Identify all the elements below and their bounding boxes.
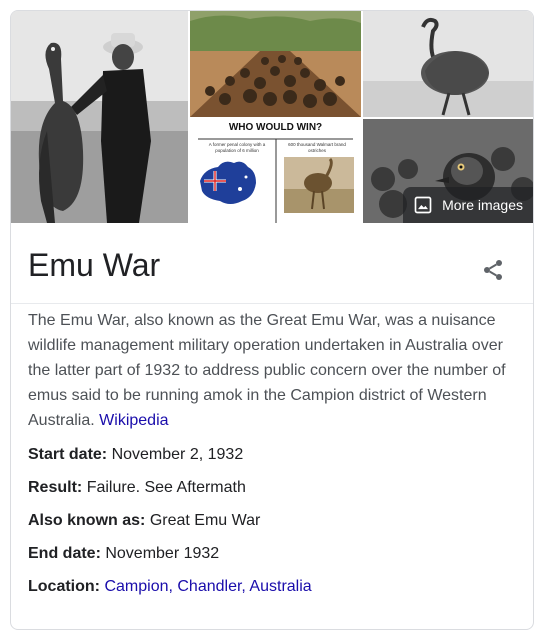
wikipedia-link[interactable]: Wikipedia — [99, 412, 168, 429]
fact-value: November 1932 — [105, 545, 220, 562]
knowledge-panel: WHO WOULD WIN? A former penal colony wit… — [10, 10, 534, 630]
fact-end-date: End date: November 1932 — [28, 544, 518, 564]
fact-value: Great Emu War — [149, 512, 261, 529]
fact-start-date: Start date: November 2, 1932 — [28, 445, 518, 465]
gallery-image-emu-standing[interactable] — [363, 11, 533, 117]
fact-value: Failure. See Aftermath — [86, 479, 246, 496]
entity-title: Emu War — [28, 247, 161, 283]
image-icon — [414, 196, 432, 214]
fact-label: Also known as: — [28, 512, 146, 529]
fact-value: November 2, 1932 — [111, 446, 244, 463]
who-would-win-left-caption: A former penal colony with a population … — [208, 142, 266, 153]
fact-label: Start date: — [28, 446, 108, 463]
who-would-win-title: WHO WOULD WIN? — [228, 122, 323, 133]
more-images-button[interactable]: More images — [403, 187, 533, 223]
gallery-image-who-would-win[interactable]: WHO WOULD WIN? A former penal colony wit… — [190, 119, 361, 223]
fact-result: Result: Failure. See Aftermath — [28, 478, 518, 498]
gallery-image-man-holding-emu[interactable] — [11, 11, 188, 223]
image-gallery: WHO WOULD WIN? A former penal colony wit… — [11, 11, 533, 223]
panel-body: The Emu War, also known as the Great Emu… — [28, 308, 518, 610]
fact-label: Result: — [28, 479, 83, 496]
title-row: Emu War — [11, 223, 533, 304]
facts-list: Start date: November 2, 1932 Result: Fai… — [28, 445, 518, 597]
share-icon[interactable] — [481, 258, 505, 282]
gallery-image-emu-crowd[interactable] — [190, 11, 361, 117]
fact-also-known-as: Also known as: Great Emu War — [28, 511, 518, 531]
location-link[interactable]: Campion, Chandler, Australia — [104, 578, 311, 595]
who-would-win-right-caption: 600 thousand Walmart brand ostriches — [288, 142, 346, 153]
fact-label: End date: — [28, 545, 101, 562]
entity-description: The Emu War, also known as the Great Emu… — [28, 308, 518, 433]
fact-label: Location: — [28, 578, 100, 595]
more-images-label: More images — [442, 197, 523, 213]
fact-location: Location: Campion, Chandler, Australia — [28, 577, 518, 597]
